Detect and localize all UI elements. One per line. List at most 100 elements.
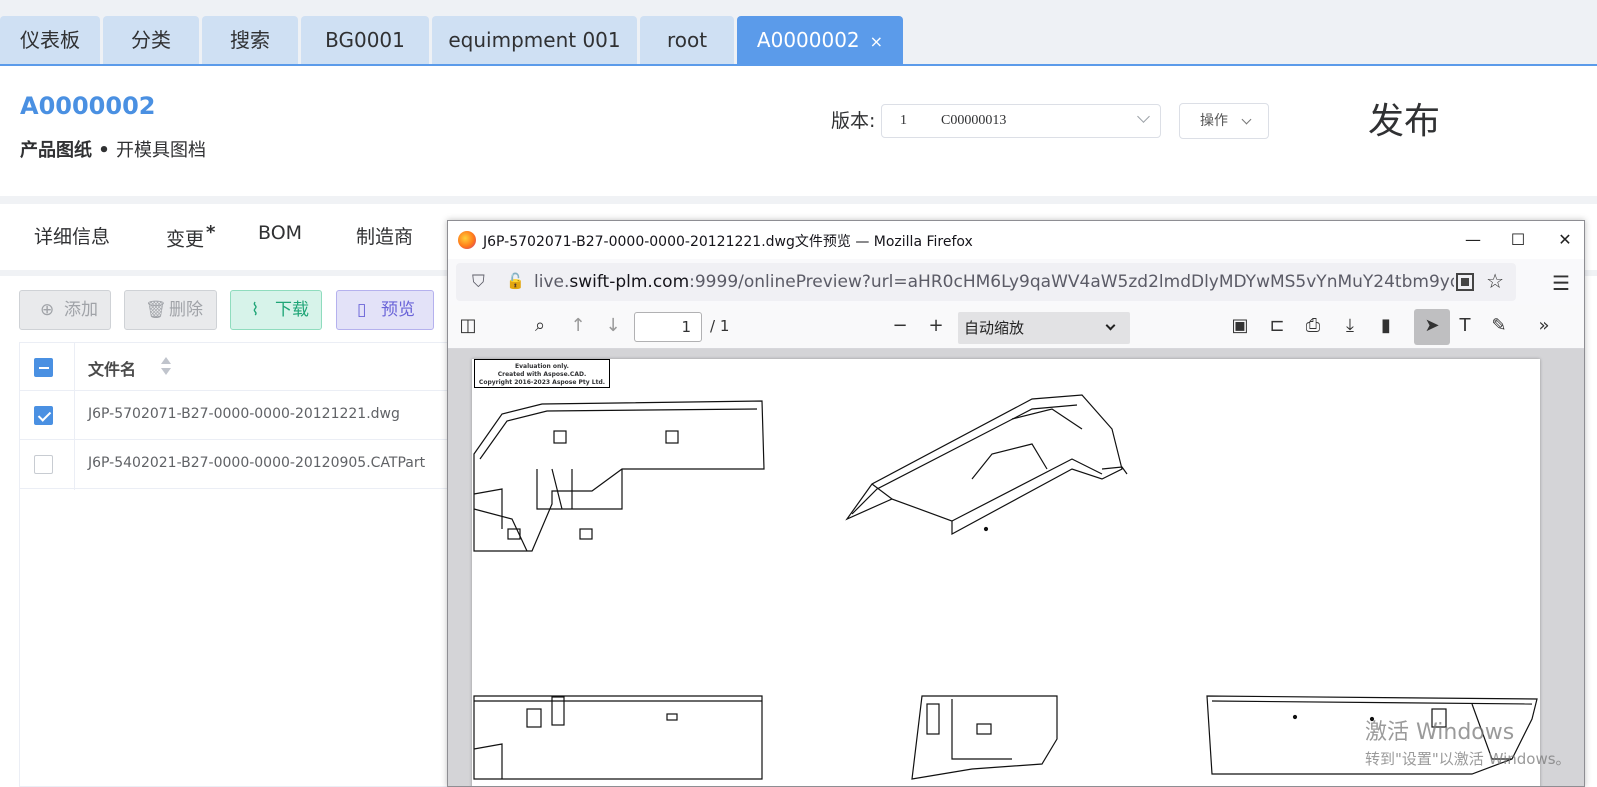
trash-icon: 🗑 [145,300,167,320]
activation-line-2: 转到"设置"以激活 Windows。 [1365,750,1571,768]
bookmark-icon[interactable]: ▮ [1374,315,1398,336]
tab-changes[interactable]: 变更 * [166,222,215,251]
add-button[interactable]: ⊕ 添加 [19,290,111,330]
operation-dropdown-button[interactable]: 操作 [1179,103,1269,139]
url-host: swift-plm.com [569,272,690,292]
document-category: 产品图纸 • 开模具图档 [20,136,206,162]
tab-search[interactable]: 搜索 [202,16,298,64]
url-text[interactable]: live.swift-plm.com:9999/onlinePreview?ur… [534,272,1454,292]
tab-manufacturer[interactable]: 制造商 [356,222,413,249]
row-checkbox[interactable] [34,406,53,425]
row-checkbox[interactable] [34,455,53,474]
plus-circle-icon: ⊕ [40,300,55,320]
minimize-button[interactable]: — [1460,227,1486,253]
url-prefix: live. [534,272,570,292]
open-file-icon[interactable]: ⊏ [1265,315,1289,336]
version-number: 1 [900,113,907,128]
zoom-select[interactable]: 自动缩放 [958,312,1130,344]
page-title: A0000002 [20,92,156,120]
add-label: 添加 [64,300,98,320]
window-titlebar[interactable]: J6P-5702071-B27-0000-0000-20121221.dwg文件… [448,221,1584,259]
table-row[interactable]: J6P-5702071-B27-0000-0000-20121221.dwg [20,391,450,440]
status-badge: 发布 [1368,101,1441,142]
table-row[interactable]: J6P-5402021-B27-0000-0000-20120905.CATPa… [20,440,450,489]
tab-changes-label: 变更 [166,228,205,251]
navigation-bar: ⛉ 🔓 live.swift-plm.com:9999/onlinePrevie… [448,259,1584,305]
tab-bg0001[interactable]: BG0001 [301,16,429,64]
more-tools-icon[interactable]: » [1532,315,1556,336]
delete-label: 删除 [169,300,203,320]
hamburger-menu-icon[interactable]: ☰ [1552,271,1570,295]
page-total: / 1 [710,317,730,335]
page-number-input[interactable]: 1 [634,312,702,342]
bookmark-star-icon[interactable]: ☆ [1486,269,1504,293]
download-button[interactable]: ⌇ 下载 [230,290,322,330]
cad-part [845,394,1128,536]
chevron-down-icon [1241,114,1252,125]
separator: • [92,140,117,161]
operation-label: 操作 [1200,113,1228,129]
tab-dashboard[interactable]: 仪表板 [0,16,100,64]
tab-category[interactable]: 分类 [103,16,199,64]
download-label: 下载 [275,300,309,320]
window-title: J6P-5702071-B27-0000-0000-20121221.dwg文件… [483,234,973,250]
tab-bom[interactable]: BOM [258,222,302,244]
document-header: A0000002 产品图纸 • 开模具图档 版本: 1 C00000013 操作 … [0,66,1597,196]
book-icon: ▯ [357,300,367,320]
sidebar-toggle-icon[interactable]: ◫ [456,315,480,336]
insecure-lock-icon[interactable]: 🔓 [506,272,525,290]
close-window-button[interactable]: ✕ [1552,227,1578,253]
print-icon[interactable]: ⎙ [1301,315,1325,336]
qr-code-icon[interactable] [1456,273,1474,291]
url-path: :9999/onlinePreview?url=aHR0cHM6Ly9qaWV4… [689,272,1454,292]
select-all-checkbox[interactable] [34,358,53,377]
version-select[interactable]: 1 C00000013 [881,104,1161,138]
version-label: 版本: [831,110,876,132]
draw-tool-icon[interactable]: ✎ [1487,315,1511,336]
save-icon[interactable]: ⤓ [1338,315,1362,336]
firefox-logo-icon [458,231,476,249]
chevron-down-icon [1137,110,1150,123]
column-filename[interactable]: 文件名 [88,356,136,380]
preview-label: 预览 [381,300,415,320]
zoom-value: 自动缩放 [964,319,1025,337]
cursor-icon: ➤ [1424,315,1440,336]
next-page-icon[interactable]: ↓ [601,315,625,336]
windows-activation-watermark: 激活 Windows 转到"设置"以激活 Windows。 [1365,714,1571,769]
shield-icon[interactable]: ⛉ [472,272,485,292]
tab-root[interactable]: root [640,16,734,64]
firefox-preview-window: J6P-5702071-B27-0000-0000-20121221.dwg文件… [447,220,1585,787]
table-header: 文件名 [20,343,450,391]
zoom-in-icon[interactable]: + [924,315,948,336]
paperclip-icon: ⌇ [251,300,260,320]
search-icon[interactable]: ⌕ [528,315,552,336]
tab-label: A0000002 [756,28,860,52]
url-bar[interactable]: ⛉ 🔓 live.swift-plm.com:9999/onlinePrevie… [456,263,1516,301]
chevron-down-icon [1105,320,1116,331]
tab-equipment[interactable]: equimpment 001 [432,16,637,64]
tab-details[interactable]: 详细信息 [34,222,110,249]
version-code: C00000013 [941,113,1007,128]
change-mark: * [206,222,216,243]
file-name: J6P-5402021-B27-0000-0000-20120905.CATPa… [88,455,426,471]
file-name: J6P-5702071-B27-0000-0000-20121221.dwg [88,406,400,422]
close-icon[interactable]: × [870,32,883,51]
subcategory-label: 开模具图档 [116,140,207,161]
file-table: 文件名 J6P-5702071-B27-0000-0000-20121221.d… [19,342,450,787]
sort-icon[interactable] [161,357,171,379]
activation-line-1: 激活 Windows [1365,720,1515,745]
maximize-button[interactable]: ☐ [1505,227,1531,253]
pdf-toolbar: ◫ ⌕ ↑ ↓ 1 / 1 − + 自动缩放 ▣ ⊏ ⎙ ⤓ ▮ ➤ T ✎ » [448,305,1584,349]
cad-part [911,695,1058,780]
zoom-out-icon[interactable]: − [888,315,912,336]
tab-bar: 仪表板 分类 搜索 BG0001 equimpment 001 root A00… [0,0,1597,66]
text-tool-icon[interactable]: T [1453,315,1477,336]
presentation-mode-icon[interactable]: ▣ [1228,315,1252,336]
delete-button[interactable]: 🗑 删除 [124,290,217,330]
cad-part [473,400,765,552]
preview-button[interactable]: ▯ 预览 [336,290,434,330]
category-label: 产品图纸 [20,140,92,161]
tab-a0000002[interactable]: A0000002 × [737,16,903,64]
cad-part [473,695,763,780]
previous-page-icon[interactable]: ↑ [566,315,590,336]
